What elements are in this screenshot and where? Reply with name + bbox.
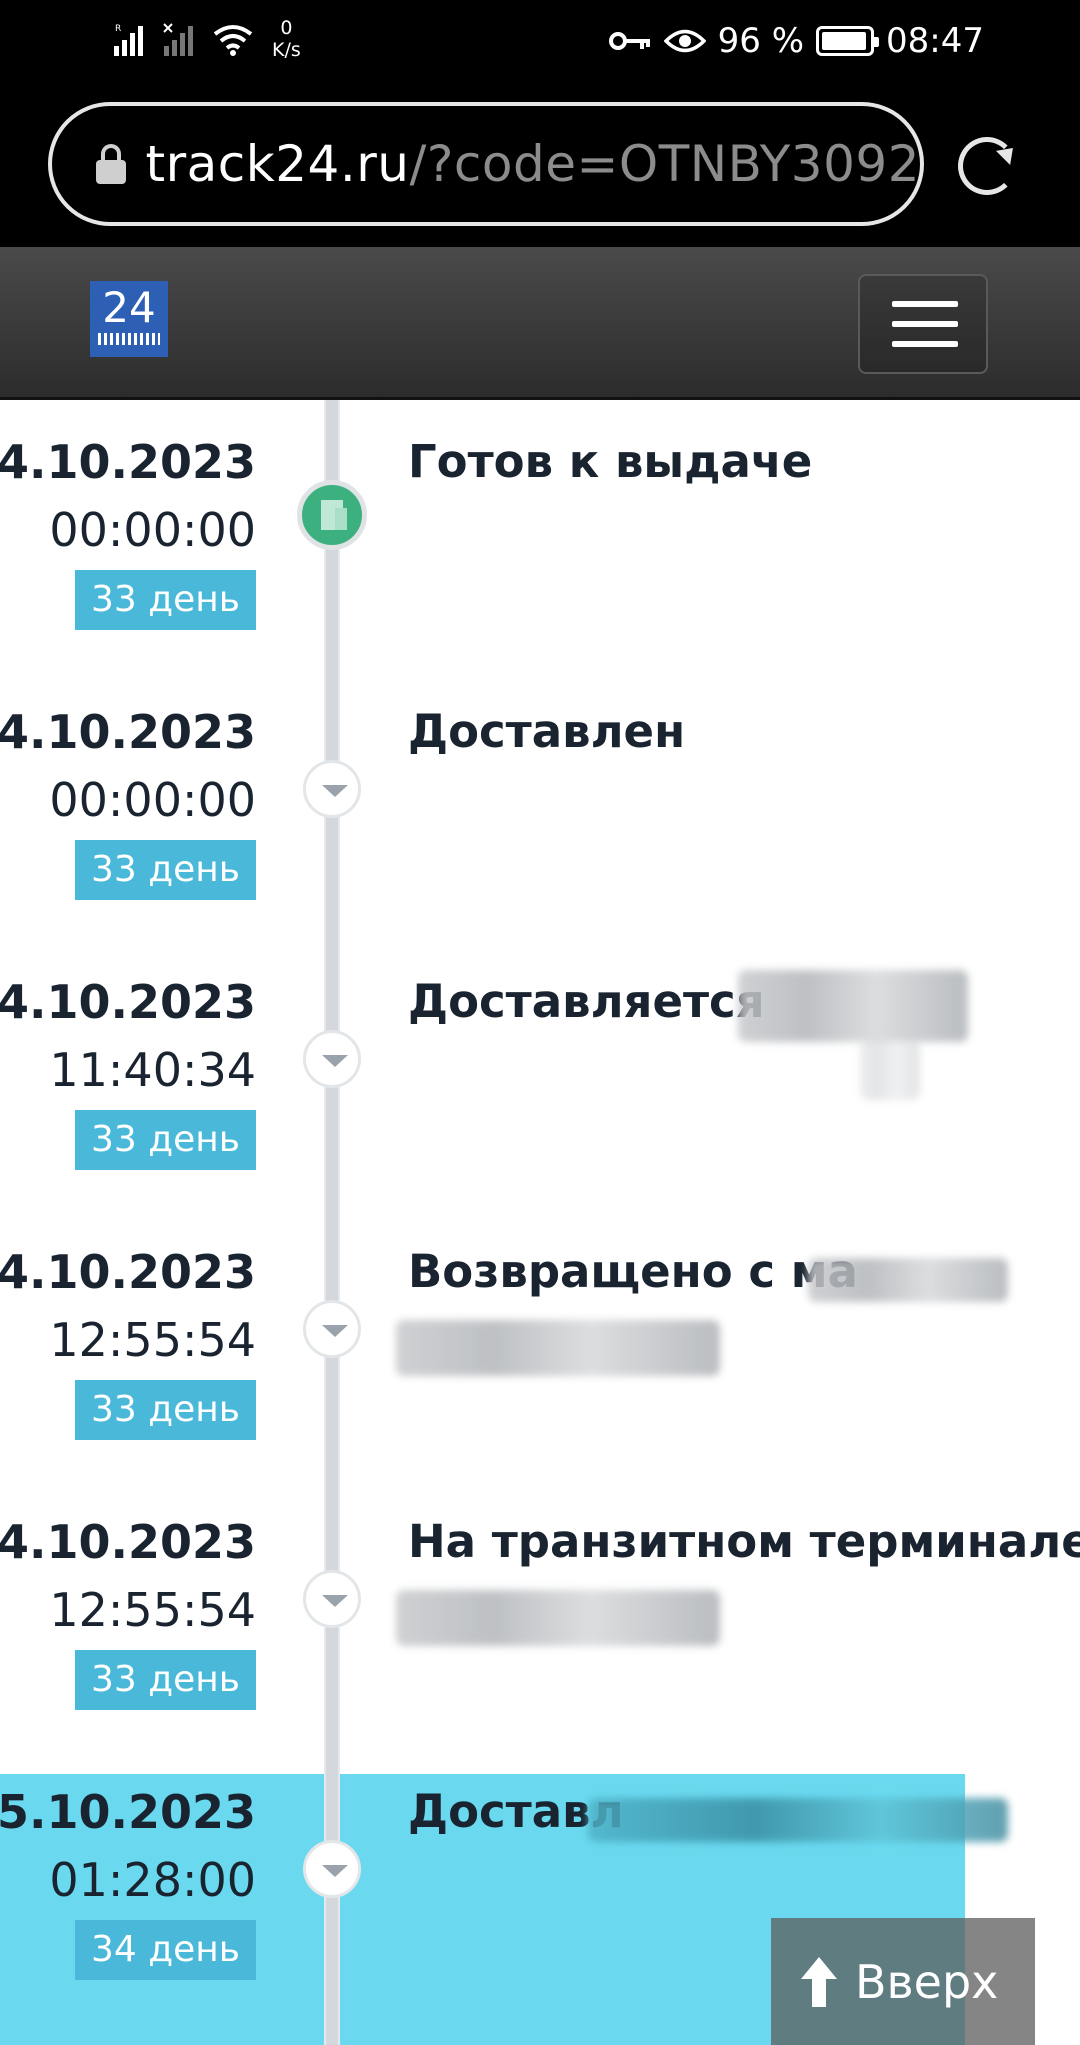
status-bar: R 0 K/s 96 % 08:47: [0, 0, 1080, 82]
arrow-up-icon: [801, 1956, 837, 2007]
timeline-event[interactable]: 24.10.2023 12:55:54 33 день Возвращено с…: [0, 1210, 1080, 1480]
scroll-up-label: Вверх: [855, 1954, 999, 2009]
building-icon: [297, 480, 367, 550]
chevron-down-icon[interactable]: [303, 1300, 361, 1358]
event-status: Возвращено с ма: [408, 1245, 858, 1298]
network-speed: 0 K/s: [272, 17, 301, 61]
logo-text: 24: [102, 283, 156, 332]
event-time: 00:00:00: [49, 503, 256, 557]
chevron-down-icon[interactable]: [303, 1030, 361, 1088]
event-day-badge: 33 день: [74, 1110, 256, 1170]
reload-icon[interactable]: [958, 137, 1016, 195]
event-date: 25.10.2023: [0, 1785, 256, 1839]
barcode-icon: [98, 333, 160, 345]
browser-toolbar: track24.ru/?code=OTNBY3092: [0, 82, 1080, 247]
event-date: 24.10.2023: [0, 975, 256, 1029]
chevron-down-icon[interactable]: [303, 1570, 361, 1628]
redacted-text: [396, 1590, 720, 1646]
eye-icon: [663, 29, 706, 53]
lock-icon: [96, 144, 126, 184]
key-icon: [608, 32, 650, 50]
event-day-badge: 33 день: [74, 1650, 256, 1710]
wifi-icon: [213, 25, 253, 56]
site-logo[interactable]: 24: [90, 281, 168, 357]
redacted-text: [588, 1798, 1008, 1842]
redacted-text: [808, 1258, 1008, 1302]
redacted-text: [738, 970, 968, 1042]
event-day-badge: 34 день: [74, 1920, 256, 1980]
status-bar-right: 96 % 08:47: [608, 14, 984, 68]
redacted-text: [860, 1040, 920, 1100]
url-path: /?code=OTNBY3092: [409, 135, 920, 193]
clock: 08:47: [886, 21, 984, 61]
network-speed-unit: K/s: [272, 39, 301, 61]
address-bar[interactable]: track24.ru/?code=OTNBY3092: [48, 102, 924, 226]
url-text[interactable]: track24.ru/?code=OTNBY3092: [145, 135, 920, 193]
chevron-down-icon[interactable]: [303, 1840, 361, 1898]
timeline-event[interactable]: 24.10.2023 00:00:00 33 день Доставлен: [0, 670, 1080, 940]
network-speed-value: 0: [280, 17, 293, 39]
event-day-badge: 33 день: [74, 1380, 256, 1440]
tracking-timeline: 24.10.2023 00:00:00 33 день Готов к выда…: [0, 400, 1080, 2045]
event-date: 24.10.2023: [0, 705, 256, 759]
battery-fill: [822, 32, 867, 50]
signal-icon: R: [114, 24, 143, 56]
event-status: Доставляется: [408, 975, 765, 1028]
timeline-event[interactable]: 24.10.2023 11:40:34 33 день Доставляется: [0, 940, 1080, 1210]
event-time: 11:40:34: [49, 1043, 256, 1097]
status-bar-left: R 0 K/s: [112, 14, 301, 64]
signal-x-icon: [163, 23, 193, 56]
battery-percent: 96 %: [717, 21, 805, 61]
redacted-text: [396, 1320, 720, 1376]
event-day-badge: 33 день: [74, 840, 256, 900]
event-time: 01:28:00: [49, 1853, 256, 1907]
svg-text:R: R: [115, 24, 121, 34]
event-status: На транзитном терминале-: [408, 1515, 1080, 1568]
battery-icon: [816, 26, 880, 56]
scroll-up-button[interactable]: Вверх: [771, 1918, 1035, 2045]
event-time: 12:55:54: [49, 1313, 256, 1367]
hamburger-icon: [892, 301, 958, 307]
event-day-badge: 33 день: [74, 570, 256, 630]
hamburger-menu-button[interactable]: [858, 274, 988, 374]
event-date: 24.10.2023: [0, 435, 256, 489]
event-time: 00:00:00: [49, 773, 256, 827]
event-date: 24.10.2023: [0, 1515, 256, 1569]
timeline-event[interactable]: 24.10.2023 12:55:54 33 день На транзитно…: [0, 1480, 1080, 1750]
chevron-down-icon[interactable]: [303, 760, 361, 818]
timeline-event[interactable]: 24.10.2023 00:00:00 33 день Готов к выда…: [0, 400, 1080, 670]
event-time: 12:55:54: [49, 1583, 256, 1637]
event-date: 24.10.2023: [0, 1245, 256, 1299]
event-status: Готов к выдаче: [408, 435, 813, 488]
url-host: track24.ru: [145, 135, 410, 193]
site-header: 24: [0, 247, 1080, 400]
event-status: Доставлен: [408, 705, 686, 758]
